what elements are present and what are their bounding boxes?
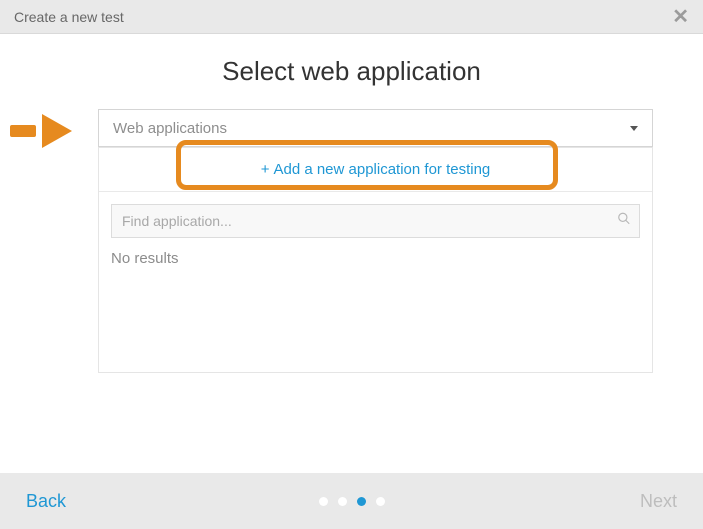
search-icon — [617, 212, 631, 231]
step-indicator — [319, 497, 385, 506]
arrow-head-icon — [42, 114, 72, 148]
dialog-title: Create a new test — [14, 9, 124, 25]
search-field — [111, 204, 640, 238]
search-input[interactable] — [112, 205, 639, 237]
add-application-label: Add a new application for testing — [273, 161, 490, 178]
chevron-down-icon — [630, 126, 638, 131]
wizard-footer: Back Next — [0, 473, 703, 529]
application-panel: + Add a new application for testing No r… — [98, 147, 653, 373]
web-applications-dropdown[interactable]: Web applications — [98, 109, 653, 147]
step-dot-2 — [338, 497, 347, 506]
dialog-header: Create a new test ✕ — [0, 0, 703, 34]
annotation-arrow — [10, 114, 72, 148]
add-application-link[interactable]: + Add a new application for testing — [261, 161, 491, 178]
arrow-tail-icon — [10, 125, 36, 137]
step-dot-1 — [319, 497, 328, 506]
dropdown-label: Web applications — [113, 120, 227, 137]
close-button[interactable]: ✕ — [672, 7, 689, 27]
step-dot-4 — [376, 497, 385, 506]
no-results-text: No results — [99, 250, 652, 281]
back-button[interactable]: Back — [26, 491, 66, 512]
close-icon: ✕ — [672, 6, 689, 28]
page-title: Select web application — [50, 56, 653, 87]
plus-icon: + — [261, 161, 270, 178]
next-button[interactable]: Next — [640, 491, 677, 512]
step-dot-3 — [357, 497, 366, 506]
